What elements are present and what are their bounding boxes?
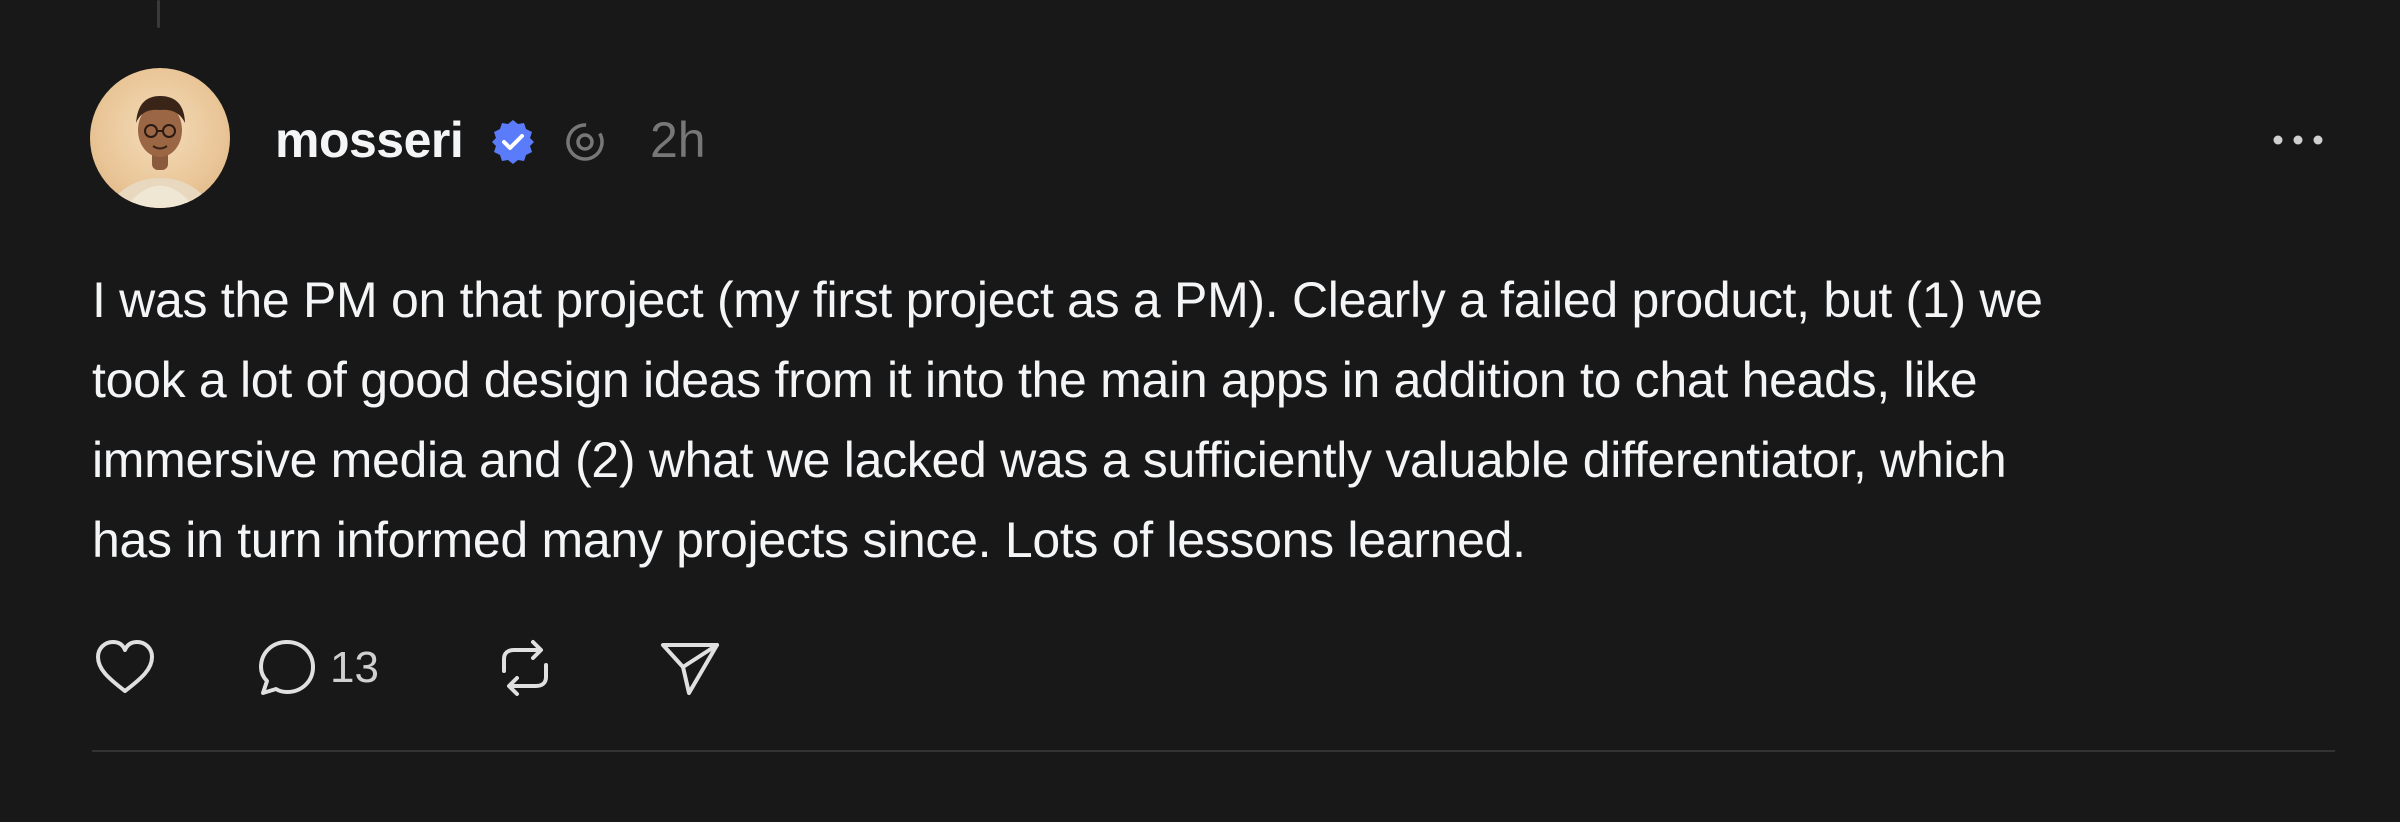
share-button[interactable] (655, 632, 725, 704)
like-button[interactable] (90, 632, 160, 704)
avatar[interactable] (90, 68, 230, 208)
repost-icon (502, 640, 548, 696)
username[interactable]: mosseri (275, 110, 464, 170)
comment-icon (259, 640, 315, 695)
threads-logo-icon (566, 123, 604, 161)
more-options-icon[interactable] (2268, 120, 2328, 160)
verified-badge-icon (492, 120, 534, 164)
post-text: I was the PM on that project (my first p… (92, 272, 2043, 568)
post-divider (92, 750, 2335, 752)
reply-count: 13 (330, 643, 379, 692)
thread-post: mosseri 2h I was the PM on that project … (0, 0, 2400, 822)
repost-button[interactable] (490, 632, 560, 704)
send-icon (661, 643, 719, 695)
heart-icon (96, 640, 154, 693)
avatar-image (109, 96, 211, 208)
reply-button[interactable]: 13 (252, 632, 379, 704)
post-timestamp: 2h (650, 112, 706, 168)
